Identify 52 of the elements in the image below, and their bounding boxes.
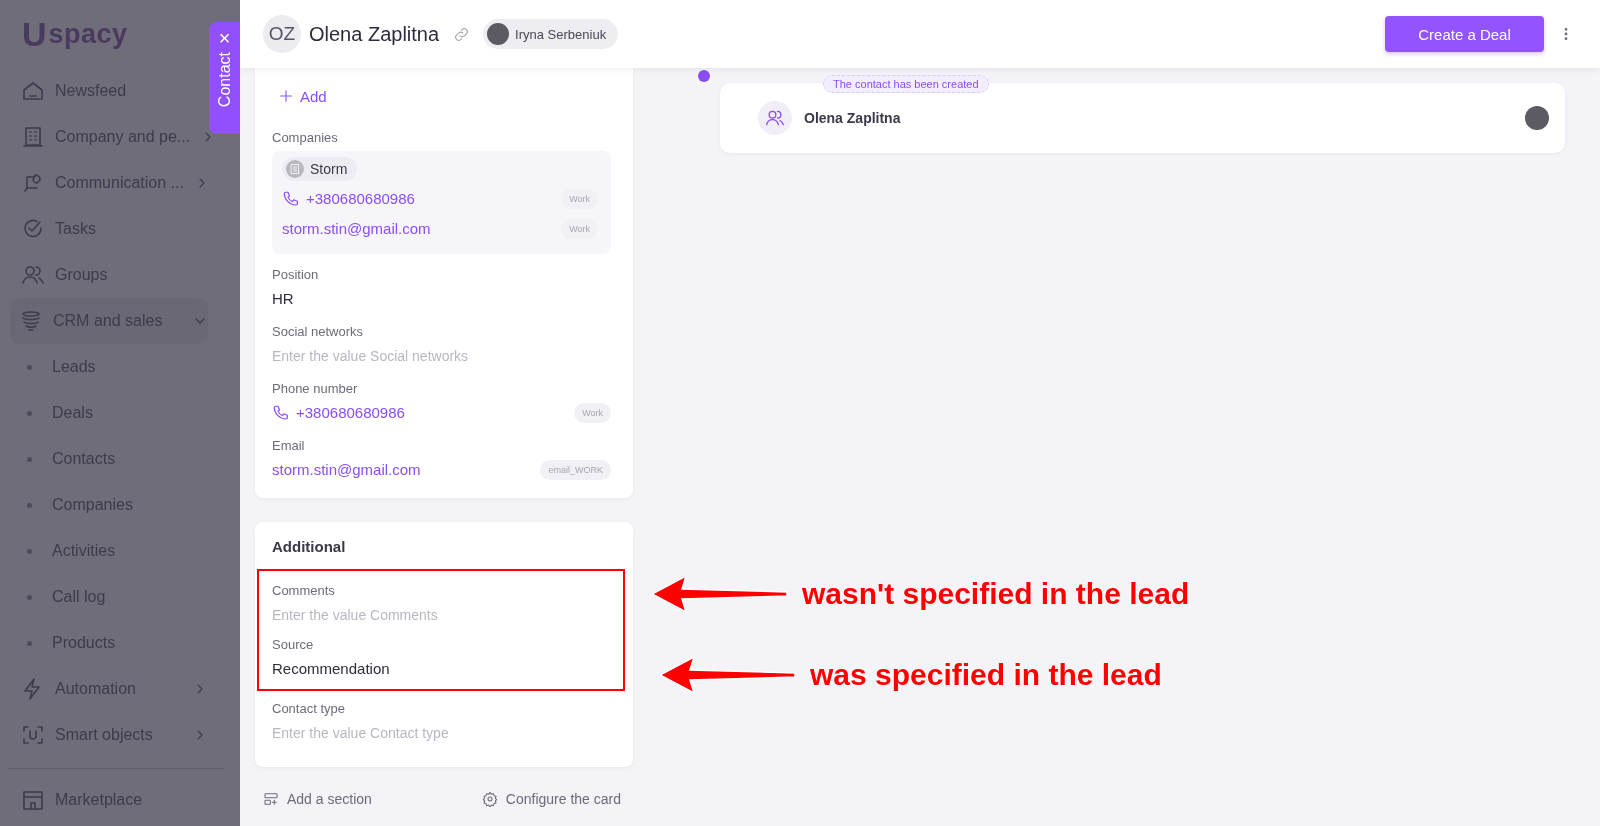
annotation-text: was specified in the lead [810, 658, 1162, 692]
field-label: Comments [272, 583, 335, 598]
user-avatar [1525, 106, 1549, 130]
phone-link[interactable]: +380680680986 [296, 404, 405, 421]
field-label: Source [272, 637, 314, 652]
event-title: Olena Zaplitna [804, 110, 902, 126]
create-deal-button[interactable]: Create a Deal [1385, 16, 1544, 52]
user-avatar [487, 23, 510, 45]
users-icon [765, 108, 785, 128]
field-value: Recommendation [272, 660, 390, 677]
contact-name: Olena Zaplitna [309, 22, 440, 46]
panel-tab-label[interactable]: Contact [215, 52, 234, 108]
settings-icon [481, 791, 498, 807]
event-badge: The contact has been created [823, 75, 989, 93]
text-input[interactable]: Enter the value Comments [272, 604, 572, 625]
type-tag: Work [561, 188, 598, 209]
add-button[interactable]: Add [278, 82, 327, 110]
email-link[interactable]: storm.stin@gmail.com [282, 220, 431, 237]
close-button[interactable]: × [218, 28, 231, 48]
phone-link[interactable]: +380680680986 [306, 190, 415, 207]
text-input[interactable]: Enter the value Contact type [272, 722, 572, 743]
annotation-text: wasn't specified in the lead [802, 577, 1190, 611]
plus-icon [278, 88, 294, 104]
building-icon [21, 125, 45, 149]
type-tag: Work [561, 218, 598, 239]
contact-avatar: OZ [263, 15, 301, 53]
field-label: Contact type [272, 701, 345, 716]
add-section-button[interactable]: Add a section [263, 791, 372, 807]
timeline-dot [698, 70, 710, 82]
company-chip[interactable]: Storm [282, 157, 358, 181]
add-section-icon [263, 791, 279, 807]
field-label: Phone number [272, 381, 358, 396]
store-icon [21, 788, 45, 812]
building-icon [286, 160, 304, 178]
field-value: HR [272, 290, 294, 307]
stack-icon [19, 309, 43, 333]
type-tag: Work [574, 402, 611, 423]
field-label: Companies [272, 130, 338, 145]
scan-icon [21, 723, 45, 747]
owner-chip[interactable]: Iryna Serbeniuk [483, 19, 619, 49]
type-tag: email_WORK [540, 459, 611, 480]
text-input[interactable]: Enter the value Social networks [272, 345, 572, 366]
field-label: Position [272, 267, 319, 282]
phone-icon [272, 403, 290, 422]
email-link[interactable]: storm.stin@gmail.com [272, 461, 421, 478]
section-title: Additional [272, 538, 347, 555]
configure-card-button[interactable]: Configure the card [481, 791, 621, 807]
field-label: Email [272, 438, 305, 453]
home-icon [21, 79, 45, 103]
phone-icon [282, 189, 300, 208]
users-icon [21, 263, 45, 287]
field-label: Social networks [272, 324, 364, 339]
